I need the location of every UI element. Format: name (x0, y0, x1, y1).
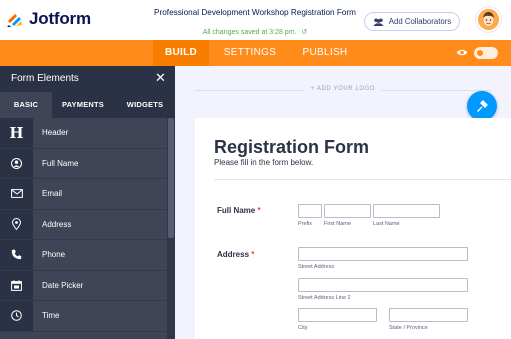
element-full-name[interactable]: Full Name (0, 148, 166, 179)
element-list: H Header Full Name Email Address Phone D… (0, 118, 166, 332)
panel-header: Form Elements ✕ (0, 66, 175, 92)
scrollbar-thumb[interactable] (168, 118, 174, 238)
panel-tabs: BASIC PAYMENTS WIDGETS (0, 92, 175, 118)
state-province-input[interactable] (389, 308, 468, 322)
element-time[interactable]: Time (0, 301, 166, 332)
collaborators-icon (373, 18, 384, 26)
builder-nav: BUILD SETTINGS PUBLISH (0, 40, 511, 66)
logo-divider-right (381, 90, 491, 91)
street-address-sublabel: Street Address (298, 264, 335, 270)
element-list-scrollbar[interactable] (167, 118, 175, 339)
tab-payments[interactable]: PAYMENTS (53, 92, 113, 118)
tab-widgets[interactable]: WIDGETS (115, 92, 175, 118)
jotform-logo-icon (7, 14, 22, 27)
city-sublabel: City (298, 325, 308, 331)
close-icon[interactable]: ✕ (155, 71, 166, 84)
element-label: Full Name (42, 158, 79, 168)
state-province-sublabel: State / Province (389, 325, 428, 331)
address-label[interactable]: Address * (217, 250, 254, 259)
jotform-logo[interactable]: Jotform (6, 9, 91, 29)
first-name-sublabel: First Name (324, 221, 351, 227)
panel-title: Form Elements (11, 73, 79, 84)
calendar-icon (0, 270, 33, 300)
element-header[interactable]: H Header (0, 118, 166, 149)
full-name-label[interactable]: Full Name * (217, 206, 261, 215)
add-collaborators-button[interactable]: Add Collaborators (364, 12, 460, 31)
element-label: Address (42, 219, 72, 229)
top-header: Jotform Professional Development Worksho… (0, 0, 511, 40)
user-avatar[interactable] (476, 7, 501, 32)
element-phone[interactable]: Phone (0, 240, 166, 271)
element-label: Time (42, 311, 60, 321)
form-card: Registration Form Please fill in the for… (195, 118, 511, 339)
undo-icon[interactable]: ↺ (301, 29, 307, 36)
tab-publish[interactable]: PUBLISH (300, 40, 350, 66)
element-label: Phone (42, 250, 66, 260)
preview-eye-icon[interactable] (456, 48, 468, 57)
form-subheading[interactable]: Please fill in the form below. (214, 158, 313, 167)
add-collaborators-label: Add Collaborators (388, 17, 452, 26)
tab-build[interactable]: BUILD (153, 40, 209, 66)
user-icon (0, 148, 33, 178)
full-name-label-text: Full Name (217, 206, 256, 215)
preview-toggle[interactable] (474, 47, 498, 59)
form-canvas: + ADD YOUR LOGO Registration Form Please… (175, 66, 511, 339)
city-input[interactable] (298, 308, 377, 322)
street-address-input[interactable] (298, 247, 468, 261)
save-status-text: All changes saved at 3:28 pm. (202, 29, 297, 36)
form-designer-button[interactable] (467, 91, 497, 121)
phone-icon (0, 240, 33, 270)
element-label: Header (42, 128, 69, 138)
required-mark: * (257, 206, 261, 215)
paint-roller-icon (477, 100, 488, 112)
heading-divider (214, 179, 511, 180)
prefix-input[interactable] (298, 204, 322, 218)
brand-name: Jotform (29, 9, 91, 28)
envelope-icon (0, 179, 33, 209)
street-address-line2-input[interactable] (298, 278, 468, 292)
required-mark: * (251, 250, 255, 259)
save-status: All changes saved at 3:28 pm. ↺ (150, 28, 360, 36)
element-date-picker[interactable]: Date Picker (0, 270, 166, 301)
element-address[interactable]: Address (0, 209, 166, 240)
element-label: Email (42, 189, 63, 199)
header-icon: H (0, 118, 33, 148)
element-label: Date Picker (42, 280, 84, 290)
last-name-input[interactable] (373, 204, 440, 218)
last-name-sublabel: Last Name (373, 221, 400, 227)
avatar-face-icon (478, 9, 499, 30)
add-logo-link[interactable]: + ADD YOUR LOGO (175, 86, 511, 92)
prefix-sublabel: Prefix (298, 221, 313, 227)
element-email[interactable]: Email (0, 179, 166, 210)
form-elements-panel: Form Elements ✕ BASIC PAYMENTS WIDGETS H… (0, 66, 175, 339)
clock-icon (0, 301, 33, 331)
address-label-text: Address (217, 250, 250, 259)
tab-settings[interactable]: SETTINGS (222, 40, 278, 66)
form-heading[interactable]: Registration Form (214, 137, 369, 158)
form-title[interactable]: Professional Development Workshop Regist… (150, 8, 360, 18)
toggle-knob (475, 48, 485, 58)
street-address-line2-sublabel: Street Address Line 2 (298, 295, 351, 301)
first-name-input[interactable] (324, 204, 371, 218)
tab-basic[interactable]: BASIC (0, 92, 52, 118)
location-pin-icon (0, 209, 33, 239)
